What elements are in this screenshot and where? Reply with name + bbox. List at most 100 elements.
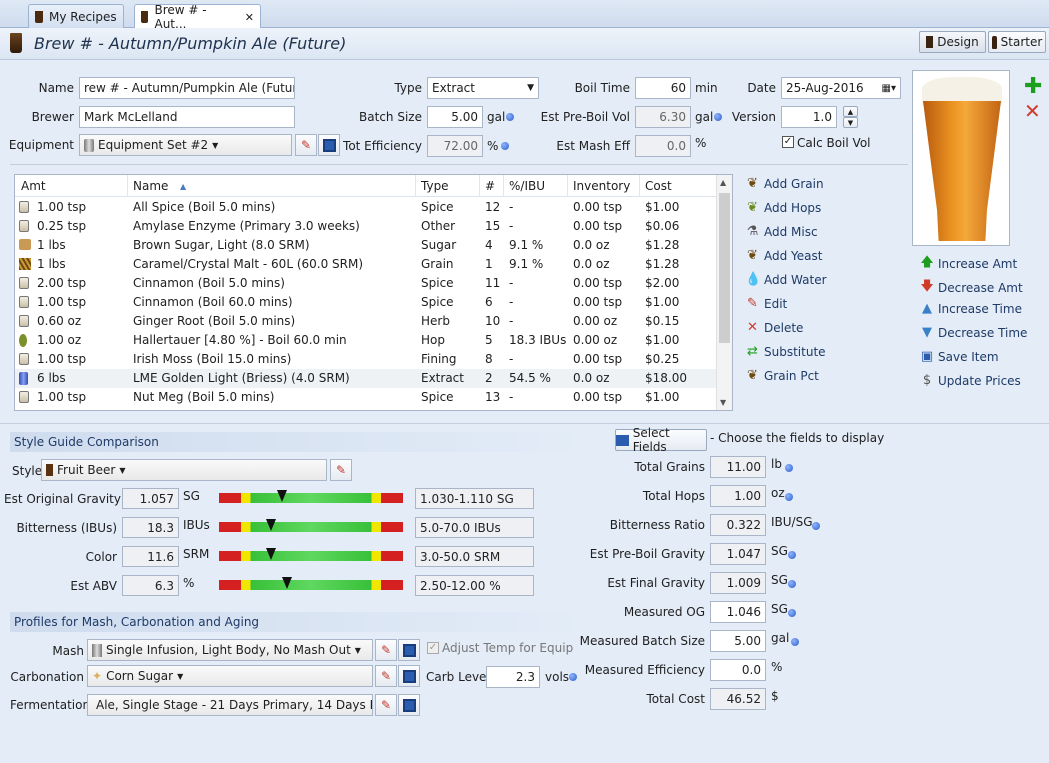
table-row[interactable]: 0.25 tsp Amylase Enzyme (Primary 3.0 week…	[15, 217, 716, 236]
table-row[interactable]: 0.60 oz Ginger Root (Boil 5.0 mins) Herb 10…	[15, 312, 716, 331]
info-dot-icon[interactable]	[714, 113, 722, 121]
field-value[interactable]: 1.046	[710, 601, 766, 623]
info-dot-icon[interactable]	[785, 493, 793, 501]
info-dot-icon[interactable]	[785, 464, 793, 472]
field-value[interactable]: 0.0	[710, 659, 766, 681]
table-row[interactable]: 1.00 oz Hallertauer [4.80 %] - Boil 60.0 …	[15, 331, 716, 350]
table-row[interactable]: 1 lbs Caramel/Crystal Malt - 60L (60.0 SR…	[15, 255, 716, 274]
cell-inventory: 0.00 tsp	[573, 276, 623, 290]
field-value[interactable]: 5.00	[710, 630, 766, 652]
grain-pct-button[interactable]: ❦ Grain Pct	[745, 368, 819, 383]
cell-cost: $0.15	[645, 314, 680, 328]
add-grain-button[interactable]: ❦ Add Grain	[745, 176, 824, 191]
info-dot-icon[interactable]	[791, 638, 799, 646]
info-dot-icon[interactable]	[501, 142, 509, 150]
table-row[interactable]: 1.00 tsp Nut Meg (Boil 5.0 mins) Spice 13- 0…	[15, 388, 716, 407]
cell-pct: 9.1 %	[509, 257, 544, 271]
equipment-select[interactable]: Equipment Set #2 ▼	[79, 134, 292, 156]
action-label: Add Water	[764, 272, 827, 287]
carbonation-select[interactable]: ✦ Corn Sugar ▼	[87, 665, 373, 687]
type-select[interactable]: Extract ▼	[427, 77, 539, 99]
cell-cost: $2.00	[645, 276, 680, 290]
save-carbonation-button[interactable]	[398, 665, 420, 687]
info-dot-icon[interactable]	[788, 609, 796, 617]
save-item-button[interactable]: ▣ Save Item	[920, 349, 999, 364]
scroll-down-icon[interactable]: ▼	[720, 398, 726, 407]
table-header: Amt Name ▲ Type # %/IBU Inventory Cost	[15, 175, 716, 197]
column-header-amt[interactable]: Amt	[21, 179, 46, 193]
batch-size-field[interactable]: 5.00	[427, 106, 483, 128]
brewer-field[interactable]: Mark McLelland	[79, 106, 295, 128]
edit-carbonation-button[interactable]: ✎	[375, 665, 397, 687]
edit-equipment-button[interactable]: ✎	[295, 134, 317, 156]
column-header-cost[interactable]: Cost	[645, 179, 672, 193]
column-header-inventory[interactable]: Inventory	[573, 179, 630, 193]
info-dot-icon[interactable]	[788, 551, 796, 559]
boil-time-field[interactable]: 60	[635, 77, 691, 99]
grain-icon	[19, 258, 31, 270]
style-select[interactable]: Fruit Beer ▼	[41, 459, 327, 481]
add-hops-button[interactable]: ❦ Add Hops	[745, 200, 821, 215]
adjust-temp-checkbox[interactable]: ✓	[427, 642, 439, 654]
bottle-icon	[991, 35, 997, 49]
info-dot-icon[interactable]	[506, 113, 514, 121]
edit-fermentation-button[interactable]: ✎	[375, 694, 397, 716]
column-header-num[interactable]: #	[485, 179, 495, 193]
fermentation-select[interactable]: Ale, Single Stage - 21 Days Primary, 14 …	[87, 694, 373, 716]
scrollbar-thumb[interactable]	[719, 193, 730, 343]
decrease-time-button[interactable]: ▼ Decrease Time	[920, 325, 1027, 340]
chevron-down-icon: ▼	[119, 465, 126, 475]
update-prices-button[interactable]: $ Update Prices	[920, 373, 1021, 388]
mash-eff-field[interactable]: 0.0	[635, 135, 691, 157]
add-icon[interactable]: ✚	[1024, 76, 1042, 98]
increase-time-button[interactable]: ▲ Increase Time	[920, 301, 1022, 316]
table-row[interactable]: 6 lbs LME Golden Light (Briess) (4.0 SRM)…	[15, 369, 716, 388]
column-header-pct[interactable]: %/IBU	[509, 179, 545, 193]
column-header-type[interactable]: Type	[421, 179, 449, 193]
info-dot-icon[interactable]	[812, 522, 820, 530]
add-misc-button[interactable]: ⚗ Add Misc	[745, 224, 818, 239]
increase-amt-button[interactable]: 🡅 Increase Amt	[920, 253, 1017, 275]
tab-my-recipes[interactable]: My Recipes	[28, 4, 124, 28]
edit-mash-button[interactable]: ✎	[375, 639, 397, 661]
close-icon[interactable]: ✕	[245, 11, 254, 24]
version-field[interactable]: 1.0	[781, 106, 837, 128]
delete-button[interactable]: ✕ Delete	[745, 320, 803, 335]
delete-icon[interactable]: ✕	[1024, 101, 1041, 121]
table-row[interactable]: 1 lbs Brown Sugar, Light (8.0 SRM) Sugar 4 9…	[15, 236, 716, 255]
table-row[interactable]: 1.00 tsp Irish Moss (Boil 15.0 mins) Finin…	[15, 350, 716, 369]
design-button[interactable]: Design	[919, 31, 986, 53]
add-yeast-button[interactable]: ❦ Add Yeast	[745, 248, 822, 263]
mash-profile-select[interactable]: Single Infusion, Light Body, No Mash Out…	[87, 639, 373, 661]
starter-button[interactable]: Starter	[988, 31, 1046, 53]
calc-boil-vol-checkbox[interactable]: ✓	[782, 136, 794, 148]
carb-level-field[interactable]: 2.3	[486, 666, 540, 688]
save-fermentation-button[interactable]	[398, 694, 420, 716]
version-label: Version	[731, 110, 776, 124]
table-row[interactable]: 2.00 tsp Cinnamon (Boil 5.0 mins) Spice 11-…	[15, 274, 716, 293]
version-down-button[interactable]: ▼	[843, 117, 858, 128]
tab-brew[interactable]: Brew # - Aut... ✕	[134, 3, 261, 31]
name-field[interactable]: rew # - Autumn/Pumpkin Ale (Future)	[79, 77, 295, 99]
version-up-button[interactable]: ▲	[843, 106, 858, 117]
table-row[interactable]: 1.00 tsp All Spice (Boil 5.0 mins) Spice 12…	[15, 198, 716, 217]
action-label: Grain Pct	[764, 368, 819, 383]
substitute-button[interactable]: ⇄ Substitute	[745, 344, 825, 359]
table-row[interactable]: 1.00 tsp Cinnamon (Boil 60.0 mins) Spice 6 -…	[15, 293, 716, 312]
date-picker[interactable]: 25-Aug-2016 ▦▾	[781, 77, 901, 99]
save-mash-button[interactable]	[398, 639, 420, 661]
field-label: Measured OG	[623, 605, 705, 619]
decrease-amt-button[interactable]: 🡇 Decrease Amt	[920, 277, 1022, 299]
edit-button[interactable]: ✎ Edit	[745, 296, 787, 311]
tot-efficiency-field[interactable]: 72.00	[427, 135, 483, 157]
add-water-button[interactable]: 💧 Add Water	[745, 272, 827, 287]
edit-style-button[interactable]: ✎	[330, 459, 352, 481]
scroll-up-icon[interactable]: ▲	[720, 178, 726, 187]
info-dot-icon[interactable]	[788, 580, 796, 588]
pre-boil-vol-field[interactable]: 6.30	[635, 106, 691, 128]
column-header-name[interactable]: Name	[133, 179, 168, 193]
cell-name: Irish Moss (Boil 15.0 mins)	[133, 352, 292, 366]
select-fields-button[interactable]: Select Fields	[615, 426, 707, 454]
cell-num: 11	[485, 276, 501, 290]
table-scrollbar[interactable]: ▲ ▼	[716, 175, 732, 410]
